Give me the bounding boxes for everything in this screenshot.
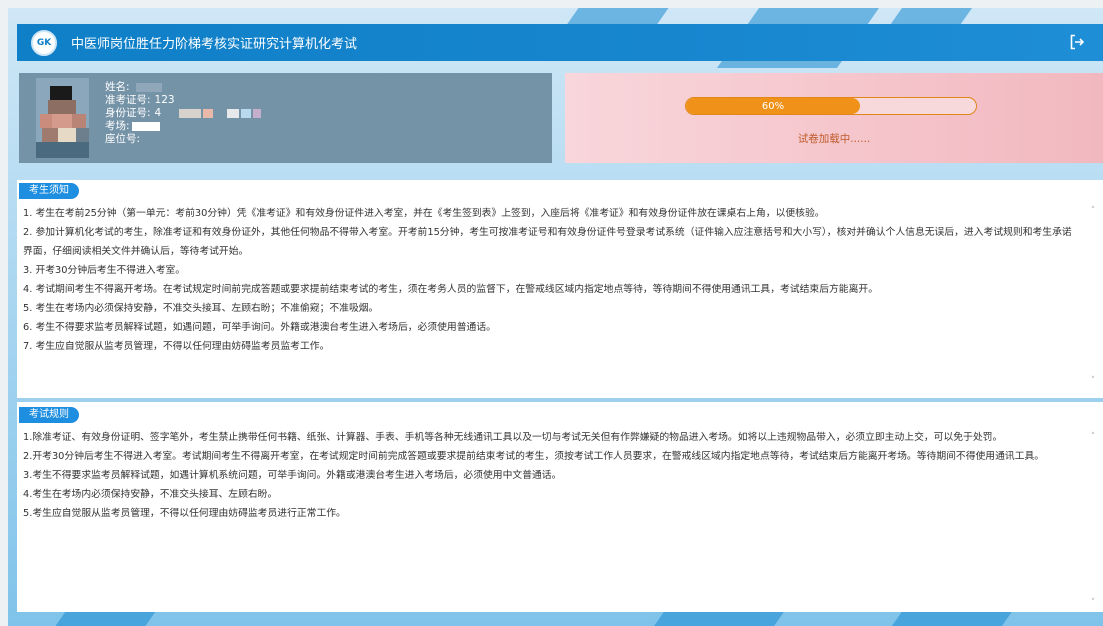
seat-row: 座位号: [105, 133, 261, 146]
rules-scroll-down[interactable]: ˅ [1089, 598, 1097, 608]
redacted-mask [227, 109, 240, 118]
list-item: 5. 考生在考场内必须保持安静，不准交头接耳、左顾右盼；不准偷窥；不准吸烟。 [23, 303, 379, 314]
loading-status: 试卷加载中...... [797, 133, 871, 145]
progress-fill: 60% [686, 98, 860, 114]
list-item: 1.除准考证、有效身份证明、签字笔外，考生禁止携带任何书籍、纸张、计算器、手表、… [23, 432, 1003, 443]
chevron-up-icon: ˄ [1090, 206, 1096, 216]
exam-logo: GK [31, 29, 57, 56]
rules-list: 1.除准考证、有效身份证明、签字笔外，考生禁止携带任何书籍、纸张、计算器、手表、… [23, 428, 1081, 523]
list-item: 1. 考生在考前25分钟（第一单元：考前30分钟）凭《准考证》和有效身份证件进入… [23, 208, 825, 219]
app-header: GK 中医师岗位胜任力阶梯考核实证研究计算机化考试 [17, 24, 1103, 61]
admission-value: 123 [154, 94, 175, 106]
admission-row: 准考证号: 123 [105, 94, 261, 107]
redacted-mask [179, 109, 202, 118]
list-item: 2. 参加计算机化考试的考生，除准考证和有效身份证外，其他任何物品不得带入考室。… [23, 227, 1072, 257]
logout-button[interactable] [1067, 32, 1087, 52]
chevron-up-icon: ˄ [1090, 432, 1096, 442]
seat-label: 座位号: [105, 133, 141, 145]
candidate-panel: 姓名: 准考证号: 123 身份证号: 4 考场: 座位号: [19, 73, 552, 163]
id-value: 4 [154, 107, 162, 119]
rules-scroll-up[interactable]: ˄ [1089, 432, 1097, 442]
list-item: 6. 考生不得要求监考员解释试题，如遇问题，可举手询问。外籍或港澳台考生进入考场… [23, 322, 496, 333]
page-title: 中医师岗位胜任力阶梯考核实证研究计算机化考试 [71, 37, 358, 52]
list-item: 3.考生不得要求监考员解释试题，如遇计算机系统问题，可举手询问。外籍或港澳台考生… [23, 470, 562, 481]
list-item: 4.考生在考场内必须保持安静，不准交头接耳、左顾右盼。 [23, 489, 278, 500]
progress-bar: 60% [685, 97, 977, 115]
logo-text: GK [36, 37, 52, 48]
candidate-photo [36, 78, 89, 158]
redacted-mask [131, 122, 160, 131]
name-label: 姓名: [105, 81, 130, 93]
chevron-down-icon: ˅ [1090, 376, 1096, 386]
list-item: 5.考生应自觉服从监考员管理，不得以任何理由妨碍监考员进行正常工作。 [23, 508, 346, 519]
candidate-info: 姓名: 准考证号: 123 身份证号: 4 考场: 座位号: [105, 81, 262, 146]
id-row: 身份证号: 4 [105, 107, 262, 120]
room-row: 考场: [105, 120, 261, 133]
admission-label: 准考证号: [105, 94, 151, 106]
loading-panel: 60% 试卷加载中...... [565, 73, 1103, 163]
rules-tag: 考试规则 [19, 407, 79, 423]
rules-section: 考试规则 1.除准考证、有效身份证明、签字笔外，考生禁止携带任何书籍、纸张、计算… [17, 402, 1103, 612]
redacted-mask [135, 83, 162, 92]
list-item: 3. 开考30分钟后考生不得进入考室。 [23, 265, 186, 276]
name-row: 姓名: [105, 81, 261, 94]
list-item: 4. 考试期间考生不得离开考场。在考试规定时间前完成答题或要求提前结束考试的考生… [23, 284, 878, 295]
notice-tag: 考生须知 [19, 183, 79, 199]
notice-scroll-down[interactable]: ˅ [1089, 376, 1097, 386]
chevron-down-icon: ˅ [1090, 598, 1096, 608]
notice-list: 1. 考生在考前25分钟（第一单元：考前30分钟）凭《准考证》和有效身份证件进入… [23, 204, 1081, 356]
notice-scroll-up[interactable]: ˄ [1089, 206, 1097, 216]
redacted-mask [203, 109, 214, 118]
redacted-mask [253, 109, 262, 118]
room-label: 考场: [105, 120, 130, 132]
redacted-mask [241, 109, 252, 118]
id-label: 身份证号: [105, 107, 151, 119]
list-item: 7. 考生应自觉服从监考员管理，不得以任何理由妨碍监考员监考工作。 [23, 341, 330, 352]
notice-section: 考生须知 1. 考生在考前25分钟（第一单元：考前30分钟）凭《准考证》和有效身… [17, 180, 1103, 398]
logout-icon [1070, 34, 1085, 50]
progress-percent: 60% [761, 100, 785, 112]
list-item: 2.开考30分钟后考生不得进入考室。考试期间考生不得离开考室，在考试规定时间前完… [23, 451, 1045, 462]
